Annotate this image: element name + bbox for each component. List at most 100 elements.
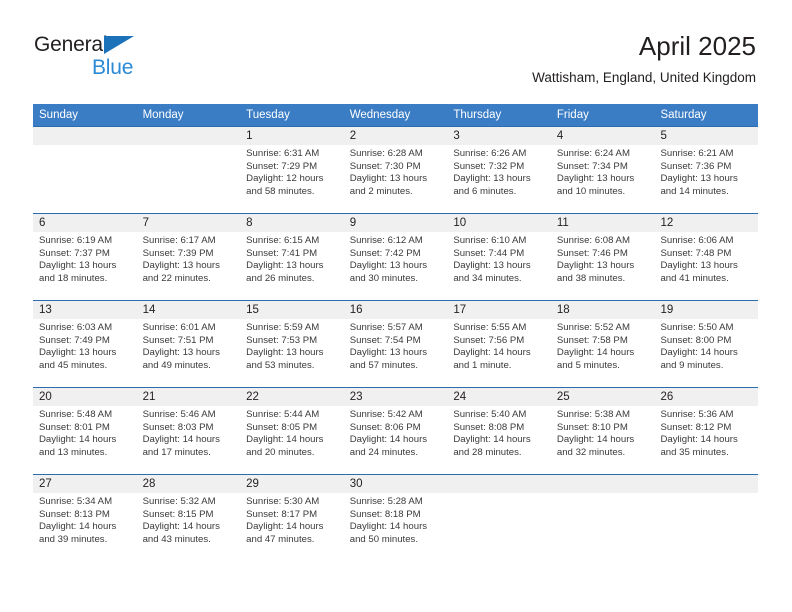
sunrise-text: Sunrise: 5:40 AM xyxy=(453,409,527,420)
day-info: Sunrise: 5:50 AM Sunset: 8:00 PM Dayligh… xyxy=(660,322,752,372)
day-cell[interactable] xyxy=(551,475,655,561)
sunrise-text: Sunrise: 6:15 AM xyxy=(246,235,320,246)
sunset-text: Sunset: 8:03 PM xyxy=(142,421,214,433)
sunrise-text: Sunrise: 5:38 AM xyxy=(556,409,630,420)
day-number: 9 xyxy=(349,217,357,229)
sunrise-text: Sunrise: 6:26 AM xyxy=(453,148,527,159)
sunrise-text: Sunrise: 5:44 AM xyxy=(246,409,320,420)
day-number: 16 xyxy=(349,304,363,316)
day-cell[interactable]: 24 Sunrise: 5:40 AM Sunset: 8:08 PM Dayl… xyxy=(447,388,551,474)
day-cell[interactable]: 2 Sunrise: 6:28 AM Sunset: 7:30 PM Dayli… xyxy=(344,127,448,213)
sunrise-text: Sunrise: 6:24 AM xyxy=(556,148,630,159)
sunset-text: Sunset: 8:06 PM xyxy=(349,421,421,433)
sunset-text: Sunset: 8:05 PM xyxy=(246,421,318,433)
day-number: 2 xyxy=(349,130,357,142)
day-cell[interactable]: 3 Sunrise: 6:26 AM Sunset: 7:32 PM Dayli… xyxy=(447,127,551,213)
day-cell[interactable]: 4 Sunrise: 6:24 AM Sunset: 7:34 PM Dayli… xyxy=(551,127,655,213)
day-cell[interactable]: 23 Sunrise: 5:42 AM Sunset: 8:06 PM Dayl… xyxy=(344,388,448,474)
day-cell[interactable]: 1 Sunrise: 6:31 AM Sunset: 7:29 PM Dayli… xyxy=(240,127,344,213)
daylight-text-line1: Daylight: 13 hours xyxy=(39,260,117,272)
day-cell[interactable]: 17 Sunrise: 5:55 AM Sunset: 7:56 PM Dayl… xyxy=(447,301,551,387)
day-number: 23 xyxy=(349,391,363,403)
daylight-text-line1: Daylight: 13 hours xyxy=(556,173,635,185)
day-cell[interactable]: 25 Sunrise: 5:38 AM Sunset: 8:10 PM Dayl… xyxy=(551,388,655,474)
sunrise-text: Sunrise: 6:10 AM xyxy=(453,235,527,246)
sunset-text: Sunset: 7:56 PM xyxy=(453,334,525,346)
day-cell[interactable]: 28 Sunrise: 5:32 AM Sunset: 8:15 PM Dayl… xyxy=(137,475,241,561)
daylight-text-line2: and 50 minutes. xyxy=(349,533,419,545)
daylight-text-line2: and 20 minutes. xyxy=(246,446,315,458)
day-cell[interactable]: 7 Sunrise: 6:17 AM Sunset: 7:39 PM Dayli… xyxy=(137,214,241,300)
daylight-text-line1: Daylight: 14 hours xyxy=(453,434,531,446)
brand-row-general: General xyxy=(34,32,234,57)
daylight-text-line2: and 10 minutes. xyxy=(556,185,626,197)
daylight-text-line1: Daylight: 14 hours xyxy=(142,434,220,446)
day-info: Sunrise: 6:03 AM Sunset: 7:49 PM Dayligh… xyxy=(39,322,131,372)
day-cell[interactable]: 5 Sunrise: 6:21 AM Sunset: 7:36 PM Dayli… xyxy=(654,127,758,213)
day-number: 15 xyxy=(246,304,259,316)
day-info: Sunrise: 6:24 AM Sunset: 7:34 PM Dayligh… xyxy=(557,148,649,198)
day-cell[interactable]: 6 Sunrise: 6:19 AM Sunset: 7:37 PM Dayli… xyxy=(33,214,137,300)
day-cell[interactable]: 30 Sunrise: 5:28 AM Sunset: 8:18 PM Dayl… xyxy=(344,475,448,561)
sunrise-text: Sunrise: 6:19 AM xyxy=(39,235,113,246)
day-info: Sunrise: 6:17 AM Sunset: 7:39 PM Dayligh… xyxy=(143,235,235,285)
weekday-header-thursday: Thursday xyxy=(453,109,502,121)
day-number xyxy=(660,475,752,493)
day-number: 27 xyxy=(39,478,52,490)
day-info: Sunrise: 6:06 AM Sunset: 7:48 PM Dayligh… xyxy=(660,235,752,285)
day-info: Sunrise: 5:30 AM Sunset: 8:17 PM Dayligh… xyxy=(246,496,338,546)
sunset-text: Sunset: 7:54 PM xyxy=(349,334,421,346)
day-info: Sunrise: 6:12 AM Sunset: 7:42 PM Dayligh… xyxy=(350,235,442,285)
day-cell[interactable]: 13 Sunrise: 6:03 AM Sunset: 7:49 PM Dayl… xyxy=(33,301,137,387)
day-cell[interactable]: 22 Sunrise: 5:44 AM Sunset: 8:05 PM Dayl… xyxy=(240,388,344,474)
day-cell[interactable]: 26 Sunrise: 5:36 AM Sunset: 8:12 PM Dayl… xyxy=(654,388,758,474)
day-cell[interactable]: 18 Sunrise: 5:52 AM Sunset: 7:58 PM Dayl… xyxy=(551,301,655,387)
sunset-text: Sunset: 8:15 PM xyxy=(142,508,214,520)
day-cell[interactable] xyxy=(654,475,758,561)
day-number: 19 xyxy=(660,304,674,316)
day-number: 20 xyxy=(39,391,52,403)
triangle-icon xyxy=(104,36,134,54)
day-number: 4 xyxy=(556,130,564,142)
day-cell[interactable]: 15 Sunrise: 5:59 AM Sunset: 7:53 PM Dayl… xyxy=(240,301,344,387)
day-cell[interactable]: 27 Sunrise: 5:34 AM Sunset: 8:13 PM Dayl… xyxy=(33,475,137,561)
sunrise-text: Sunrise: 6:06 AM xyxy=(660,235,734,246)
day-info: Sunrise: 6:15 AM Sunset: 7:41 PM Dayligh… xyxy=(246,235,338,285)
day-info: Sunrise: 5:36 AM Sunset: 8:12 PM Dayligh… xyxy=(660,409,752,459)
day-cell[interactable]: 9 Sunrise: 6:12 AM Sunset: 7:42 PM Dayli… xyxy=(344,214,448,300)
daylight-text-line1: Daylight: 14 hours xyxy=(660,434,738,446)
daylight-text-line1: Daylight: 14 hours xyxy=(660,347,738,359)
sunrise-text: Sunrise: 6:21 AM xyxy=(660,148,734,159)
day-cell[interactable]: 14 Sunrise: 6:01 AM Sunset: 7:51 PM Dayl… xyxy=(137,301,241,387)
day-cell[interactable]: 20 Sunrise: 5:48 AM Sunset: 8:01 PM Dayl… xyxy=(33,388,137,474)
day-number: 13 xyxy=(39,304,52,316)
day-number: 10 xyxy=(453,217,467,229)
day-cell[interactable] xyxy=(137,127,241,213)
day-cell[interactable]: 12 Sunrise: 6:06 AM Sunset: 7:48 PM Dayl… xyxy=(654,214,758,300)
daylight-text-line1: Daylight: 13 hours xyxy=(39,347,117,359)
day-cell[interactable]: 11 Sunrise: 6:08 AM Sunset: 7:46 PM Dayl… xyxy=(551,214,655,300)
sunset-text: Sunset: 7:32 PM xyxy=(453,160,525,172)
sunrise-text: Sunrise: 5:52 AM xyxy=(556,322,630,333)
day-cell[interactable]: 16 Sunrise: 5:57 AM Sunset: 7:54 PM Dayl… xyxy=(344,301,448,387)
weekday-header-saturday: Saturday xyxy=(660,109,707,121)
day-info: Sunrise: 6:19 AM Sunset: 7:37 PM Dayligh… xyxy=(39,235,131,285)
daylight-text-line1: Daylight: 14 hours xyxy=(349,434,428,446)
day-cell[interactable] xyxy=(447,475,551,561)
day-cell[interactable]: 21 Sunrise: 5:46 AM Sunset: 8:03 PM Dayl… xyxy=(137,388,241,474)
sunset-text: Sunset: 8:10 PM xyxy=(556,421,628,433)
daylight-text-line1: Daylight: 14 hours xyxy=(142,521,220,533)
day-cell[interactable]: 8 Sunrise: 6:15 AM Sunset: 7:41 PM Dayli… xyxy=(240,214,344,300)
day-cell[interactable] xyxy=(33,127,137,213)
day-cell[interactable]: 10 Sunrise: 6:10 AM Sunset: 7:44 PM Dayl… xyxy=(447,214,551,300)
daylight-text-line1: Daylight: 12 hours xyxy=(246,173,324,185)
daylight-text-line2: and 30 minutes. xyxy=(349,272,419,284)
daylight-text-line1: Daylight: 13 hours xyxy=(556,260,635,272)
day-number xyxy=(557,475,649,493)
sunrise-text: Sunrise: 5:57 AM xyxy=(349,322,423,333)
day-cell[interactable]: 29 Sunrise: 5:30 AM Sunset: 8:17 PM Dayl… xyxy=(240,475,344,561)
sunset-text: Sunset: 8:08 PM xyxy=(453,421,525,433)
sunset-text: Sunset: 7:58 PM xyxy=(556,334,628,346)
day-number: 1 xyxy=(246,130,253,142)
day-cell[interactable]: 19 Sunrise: 5:50 AM Sunset: 8:00 PM Dayl… xyxy=(654,301,758,387)
